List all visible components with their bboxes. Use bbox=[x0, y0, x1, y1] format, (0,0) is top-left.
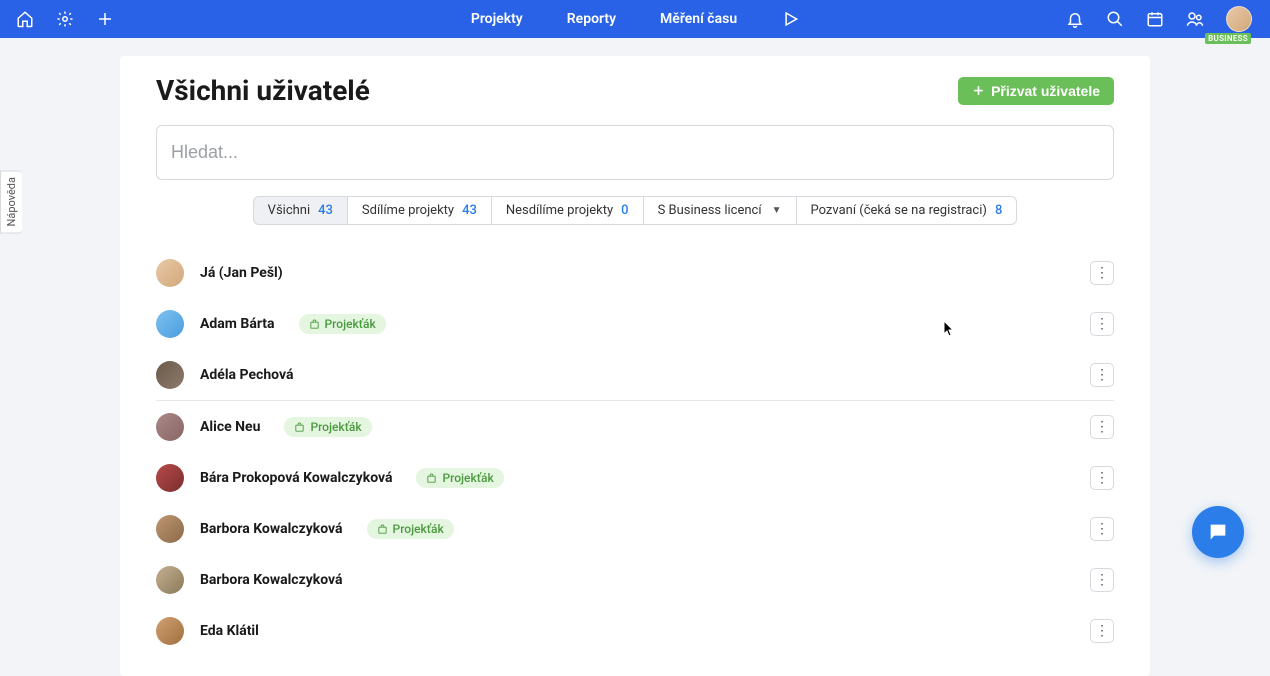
tab-label: Sdílíme projekty bbox=[362, 203, 454, 218]
filter-tab-2[interactable]: Nesdílíme projekty 0 bbox=[491, 196, 644, 225]
user-row[interactable]: Barbora Kowalczyková Projekťák ⋮ bbox=[156, 503, 1114, 554]
user-name: Já (Jan Pešl) bbox=[200, 265, 283, 281]
more-options-button[interactable]: ⋮ bbox=[1090, 619, 1114, 643]
project-badge: Projekťák bbox=[299, 314, 386, 334]
filter-tab-1[interactable]: Sdílíme projekty 43 bbox=[347, 196, 492, 225]
more-options-button[interactable]: ⋮ bbox=[1090, 415, 1114, 439]
business-badge: BUSINESS bbox=[1205, 33, 1251, 44]
more-options-button[interactable]: ⋮ bbox=[1090, 568, 1114, 592]
tab-label: S Business licencí bbox=[658, 203, 762, 218]
project-badge: Projekťák bbox=[284, 417, 371, 437]
avatar bbox=[156, 464, 184, 492]
calendar-icon[interactable] bbox=[1146, 10, 1164, 28]
user-row[interactable]: Eda Klátil ⋮ bbox=[156, 605, 1114, 656]
filter-tab-0[interactable]: Všichni 43 bbox=[253, 196, 348, 225]
chat-fab[interactable] bbox=[1192, 506, 1244, 558]
topbar-right-icons: BUSINESS bbox=[1066, 6, 1258, 32]
tab-count: 8 bbox=[995, 203, 1002, 218]
user-name: Bára Prokopová Kowalczyková bbox=[200, 470, 392, 486]
more-options-button[interactable]: ⋮ bbox=[1090, 312, 1114, 336]
tab-label: Všichni bbox=[268, 203, 310, 218]
filter-tab-3[interactable]: S Business licencí ▼ bbox=[643, 196, 797, 225]
avatar bbox=[156, 566, 184, 594]
user-name: Barbora Kowalczyková bbox=[200, 521, 343, 537]
nav-reporty[interactable]: Reporty bbox=[567, 11, 616, 27]
user-name: Adéla Pechová bbox=[200, 367, 293, 383]
user-row[interactable]: Adam Bárta Projekťák ⋮ bbox=[156, 298, 1114, 349]
user-list: Já (Jan Pešl)⋮Adam BártaProjekťák⋮Adéla … bbox=[156, 247, 1114, 656]
avatar bbox=[156, 515, 184, 543]
user-row[interactable]: Bára Prokopová Kowalczyková Projekťák ⋮ bbox=[156, 452, 1114, 503]
filter-tabs: Všichni 43 Sdílíme projekty 43 Nesdílíme pro… bbox=[156, 196, 1114, 225]
filter-tab-4[interactable]: Pozvaní (čeká se na registraci) 8 bbox=[796, 196, 1018, 225]
tab-count: 43 bbox=[462, 203, 477, 218]
play-icon[interactable] bbox=[781, 10, 799, 28]
user-row[interactable]: Já (Jan Pešl) ⋮ bbox=[156, 247, 1114, 298]
project-badge: Projekťák bbox=[367, 519, 454, 539]
more-options-button[interactable]: ⋮ bbox=[1090, 466, 1114, 490]
plus-icon[interactable] bbox=[96, 10, 114, 28]
main-nav-tabs: Projekty Reporty Měření času bbox=[471, 10, 799, 28]
tab-count: 0 bbox=[621, 203, 628, 218]
invite-label: Přizvat uživatele bbox=[991, 83, 1100, 99]
search-input[interactable] bbox=[156, 125, 1114, 180]
page-title: Všichni uživatelé bbox=[156, 74, 370, 107]
avatar bbox=[156, 361, 184, 389]
avatar bbox=[156, 310, 184, 338]
user-name: Alice Neu bbox=[200, 419, 260, 435]
user-row[interactable]: Alice Neu Projekťák ⋮ bbox=[156, 401, 1114, 452]
more-options-button[interactable]: ⋮ bbox=[1090, 261, 1114, 285]
nav-projekty[interactable]: Projekty bbox=[471, 11, 523, 27]
topbar-left-icons bbox=[12, 10, 114, 28]
user-name: Adam Bárta bbox=[200, 316, 275, 332]
user-row[interactable]: Adéla Pechová ⋮ bbox=[156, 349, 1114, 401]
tab-count: 43 bbox=[318, 203, 333, 218]
avatar bbox=[156, 617, 184, 645]
user-name: Barbora Kowalczyková bbox=[200, 572, 343, 588]
nav-mereni-casu[interactable]: Měření času bbox=[660, 11, 737, 27]
more-options-button[interactable]: ⋮ bbox=[1090, 517, 1114, 541]
avatar bbox=[156, 413, 184, 441]
bell-icon[interactable] bbox=[1066, 10, 1084, 28]
user-row[interactable]: Barbora Kowalczyková ⋮ bbox=[156, 554, 1114, 605]
user-name: Eda Klátil bbox=[200, 623, 259, 639]
tab-label: Pozvaní (čeká se na registraci) bbox=[811, 203, 987, 218]
gear-icon[interactable] bbox=[56, 10, 74, 28]
chevron-down-icon: ▼ bbox=[772, 205, 782, 216]
user-avatar[interactable]: BUSINESS bbox=[1226, 6, 1252, 32]
avatar bbox=[156, 259, 184, 287]
invite-users-button[interactable]: Přizvat uživatele bbox=[958, 77, 1114, 105]
main-content-card: Všichni uživatelé Přizvat uživatele Všic… bbox=[120, 56, 1150, 676]
project-badge: Projekťák bbox=[416, 468, 503, 488]
top-navbar: Projekty Reporty Měření času BUSINESS bbox=[0, 0, 1270, 38]
users-icon[interactable] bbox=[1186, 10, 1204, 28]
tab-label: Nesdílíme projekty bbox=[506, 203, 613, 218]
search-icon[interactable] bbox=[1106, 10, 1124, 28]
help-side-tab[interactable]: Nápověda bbox=[0, 170, 22, 233]
home-icon[interactable] bbox=[16, 10, 34, 28]
page-header: Všichni uživatelé Přizvat uživatele bbox=[156, 74, 1114, 107]
more-options-button[interactable]: ⋮ bbox=[1090, 363, 1114, 387]
